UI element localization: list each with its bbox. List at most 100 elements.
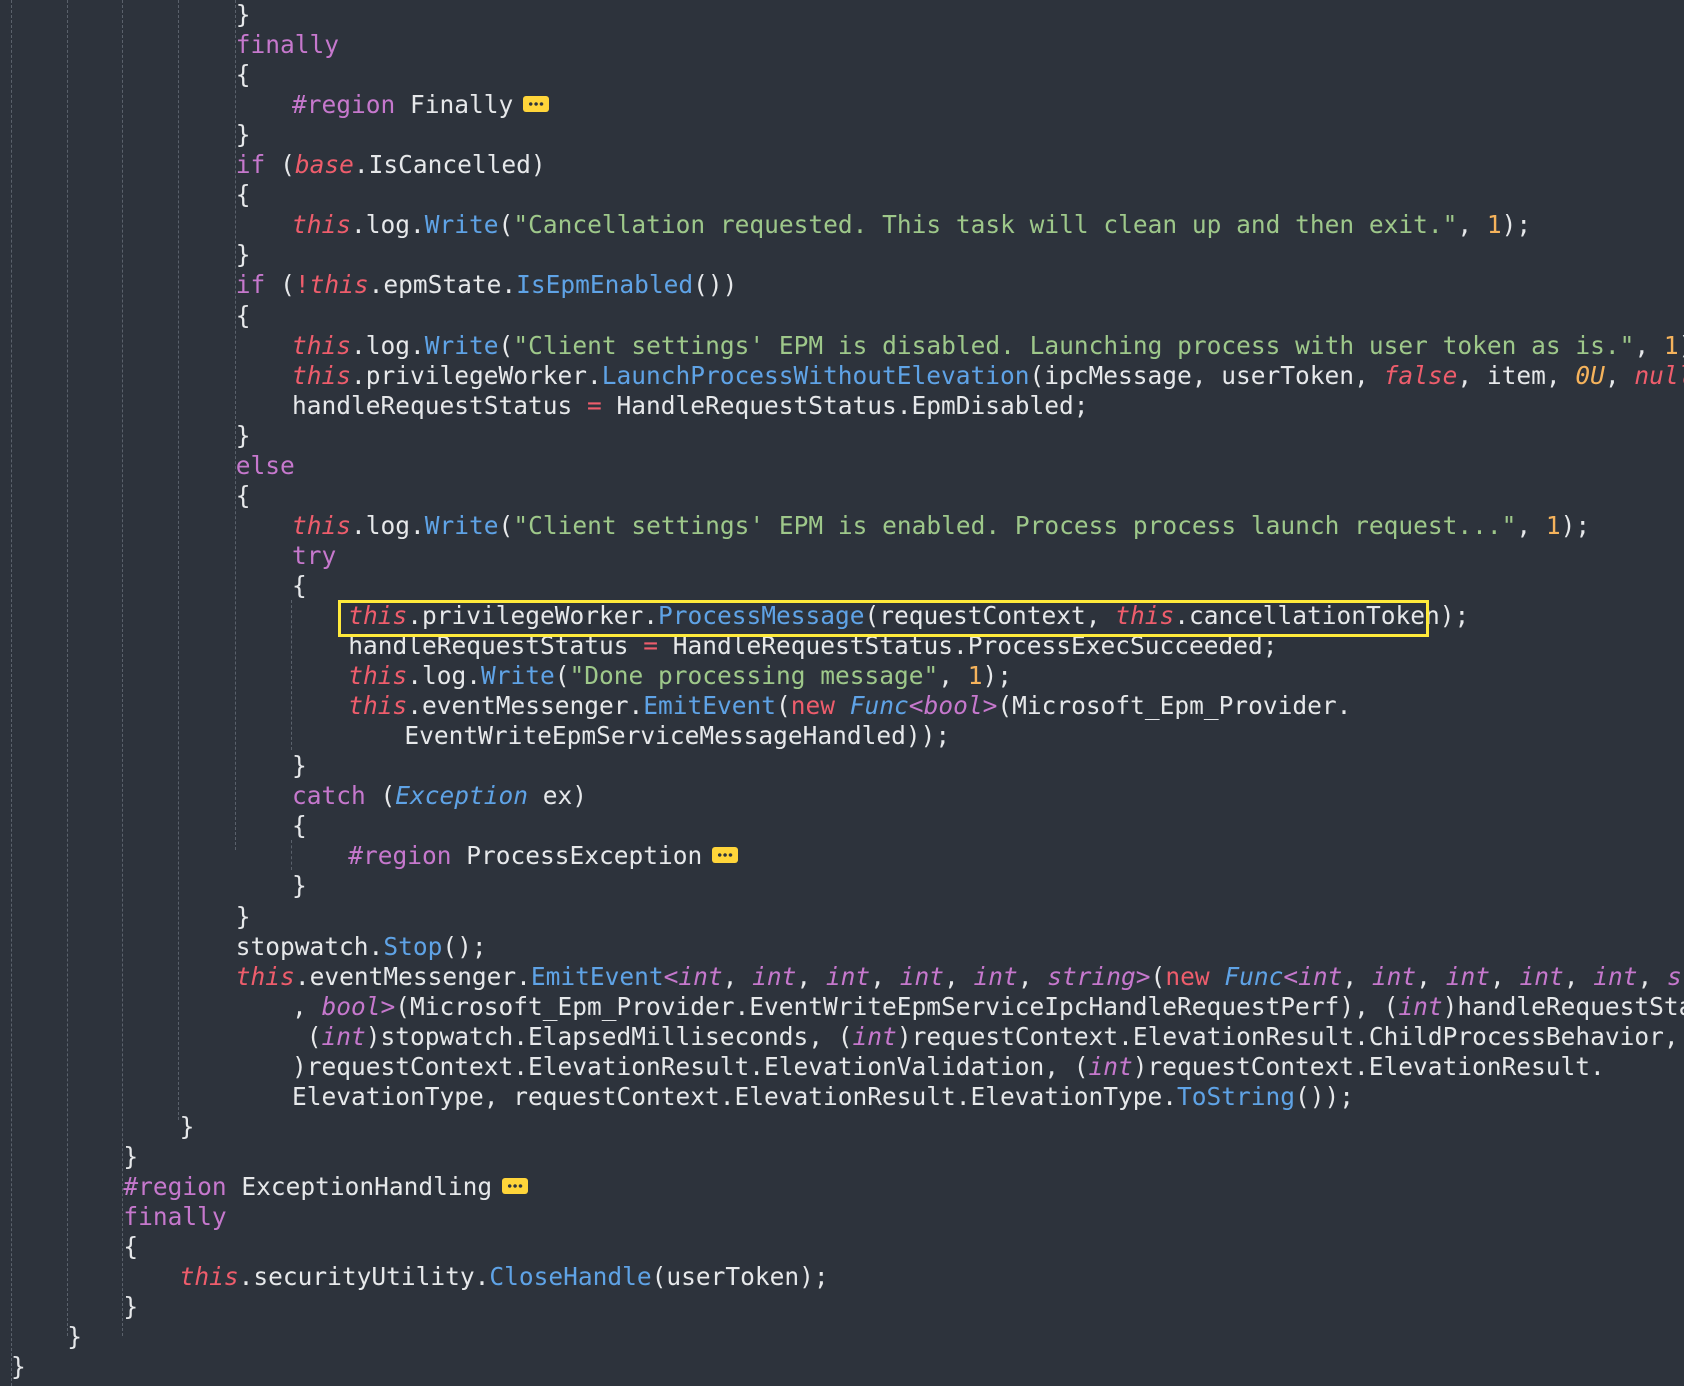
code-token: .log. xyxy=(351,330,425,360)
code-token: ( xyxy=(1150,961,1166,991)
code-token: this xyxy=(292,360,352,390)
code-line[interactable]: #region ProcessException xyxy=(348,841,739,871)
code-line[interactable]: #region Finally xyxy=(292,90,550,120)
code-line[interactable]: } xyxy=(292,871,307,901)
code-token: HandleRequestStatus.EpmDisabled; xyxy=(601,390,1089,420)
code-token: < xyxy=(908,691,924,721)
code-line[interactable]: this.securityUtility.CloseHandle(userTok… xyxy=(180,1262,829,1292)
code-token: )stopwatch.ElapsedMilliseconds, ( xyxy=(365,1021,853,1051)
code-line[interactable]: ElevationType, requestContext.ElevationR… xyxy=(292,1082,1354,1112)
code-line[interactable]: handleRequestStatus = HandleRequestStatu… xyxy=(292,391,1089,421)
code-token: , xyxy=(1563,961,1594,991)
code-token: ( xyxy=(292,1021,322,1051)
code-line[interactable]: try xyxy=(292,541,336,571)
code-line[interactable]: (int)stopwatch.ElapsedMilliseconds, (int… xyxy=(292,1022,1684,1052)
code-line[interactable]: { xyxy=(292,811,307,841)
code-line[interactable]: { xyxy=(236,60,251,90)
code-line[interactable]: } xyxy=(180,1112,195,1142)
code-token: Stop xyxy=(383,931,443,961)
code-line[interactable]: stopwatch.Stop(); xyxy=(236,932,487,962)
code-line[interactable]: } xyxy=(236,421,251,451)
code-line[interactable]: { xyxy=(236,180,251,210)
code-token: if xyxy=(235,150,266,180)
code-line[interactable]: this.eventMessenger.EmitEvent(new Func<b… xyxy=(348,691,1351,721)
indent-guide xyxy=(178,0,179,1120)
code-token: , xyxy=(1604,360,1635,390)
code-token: .epmState. xyxy=(368,270,517,300)
code-token: .eventMessenger. xyxy=(294,961,531,991)
code-token: Func xyxy=(1224,961,1284,991)
code-token: , xyxy=(1416,961,1446,991)
code-token: Exception xyxy=(395,781,529,811)
code-token: } xyxy=(235,420,251,450)
code-line[interactable]: finally xyxy=(123,1202,226,1232)
code-line[interactable]: if (base.IsCancelled) xyxy=(236,150,546,180)
code-token: ( xyxy=(775,691,791,721)
code-token: > xyxy=(982,691,998,721)
code-token: int xyxy=(752,961,797,991)
code-line[interactable]: this.log.Write("Done processing message"… xyxy=(348,661,1012,691)
code-line[interactable]: EventWriteEpmServiceMessageHandled)); xyxy=(404,721,950,751)
code-line[interactable]: } xyxy=(11,1352,26,1382)
code-token: , xyxy=(938,661,968,691)
code-token: base xyxy=(294,150,354,180)
code-token: #region xyxy=(123,1171,227,1201)
code-token: (userToken); xyxy=(651,1262,829,1292)
code-token: ( xyxy=(498,210,514,240)
code-token: this xyxy=(309,270,369,300)
code-line[interactable]: } xyxy=(236,0,251,30)
code-line[interactable]: , bool>(Microsoft_Epm_Provider.EventWrit… xyxy=(292,992,1684,1022)
code-token: int xyxy=(1593,961,1638,991)
code-token: bool xyxy=(923,691,983,721)
code-token: Write xyxy=(424,330,499,360)
code-token: .log. xyxy=(407,661,481,691)
code-token: ( xyxy=(265,270,295,300)
code-line[interactable]: this.privilegeWorker.LaunchProcessWithou… xyxy=(292,361,1684,391)
code-line[interactable]: } xyxy=(292,751,307,781)
code-token: .securityUtility. xyxy=(238,1262,490,1292)
code-token: )requestContext.ElevationResult. xyxy=(1132,1051,1605,1081)
code-line[interactable]: { xyxy=(123,1232,138,1262)
code-line[interactable]: #region ExceptionHandling xyxy=(123,1171,529,1202)
code-token: (ipcMessage, userToken, xyxy=(1029,360,1384,390)
code-token: this xyxy=(292,510,352,540)
code-line[interactable]: if (!this.epmState.IsEpmEnabled()) xyxy=(236,270,738,300)
code-token: } xyxy=(235,0,251,29)
code-line[interactable]: } xyxy=(236,240,251,270)
code-token: int xyxy=(1519,961,1564,991)
code-token: { xyxy=(235,300,251,330)
indent-guide xyxy=(67,0,68,1336)
code-line[interactable]: finally xyxy=(236,30,339,60)
code-token: ex) xyxy=(528,781,588,811)
code-token: ( xyxy=(498,510,514,540)
collapsed-region-ellipsis-icon[interactable] xyxy=(502,1177,529,1194)
code-line[interactable]: catch (Exception ex) xyxy=(292,781,587,811)
code-line[interactable]: { xyxy=(292,571,307,601)
code-line[interactable]: )requestContext.ElevationResult.Elevatio… xyxy=(292,1052,1605,1082)
code-line[interactable]: } xyxy=(123,1142,138,1172)
code-line[interactable]: } xyxy=(236,120,251,150)
code-line[interactable]: { xyxy=(236,301,251,331)
code-token: int xyxy=(1298,961,1343,991)
code-token: EmitEvent xyxy=(530,961,664,991)
code-line[interactable]: } xyxy=(67,1322,82,1352)
code-line[interactable]: } xyxy=(236,902,251,932)
indent-guide xyxy=(291,840,292,870)
code-token: ! xyxy=(294,270,310,300)
code-line[interactable]: { xyxy=(236,481,251,511)
code-token: , xyxy=(1634,330,1664,360)
code-line[interactable]: this.log.Write("Client settings' EPM is … xyxy=(292,511,1590,541)
code-line[interactable]: this.eventMessenger.EmitEvent<int, int, … xyxy=(236,962,1684,992)
collapsed-region-ellipsis-icon[interactable] xyxy=(712,847,739,864)
code-line[interactable]: this.log.Write("Client settings' EPM is … xyxy=(292,331,1684,361)
code-token: LaunchProcessWithoutElevation xyxy=(601,360,1030,390)
code-token: ToString xyxy=(1177,1081,1296,1111)
code-token: ( xyxy=(554,661,570,691)
code-line[interactable]: this.log.Write("Cancellation requested. … xyxy=(292,210,1531,240)
code-editor[interactable]: } finally{#region Finally} if (base.IsCanc… xyxy=(0,0,1684,1386)
code-line[interactable]: else xyxy=(236,451,295,481)
code-line[interactable]: } xyxy=(123,1292,138,1322)
collapsed-region-ellipsis-icon[interactable] xyxy=(523,96,550,113)
code-token: int xyxy=(852,1021,897,1051)
